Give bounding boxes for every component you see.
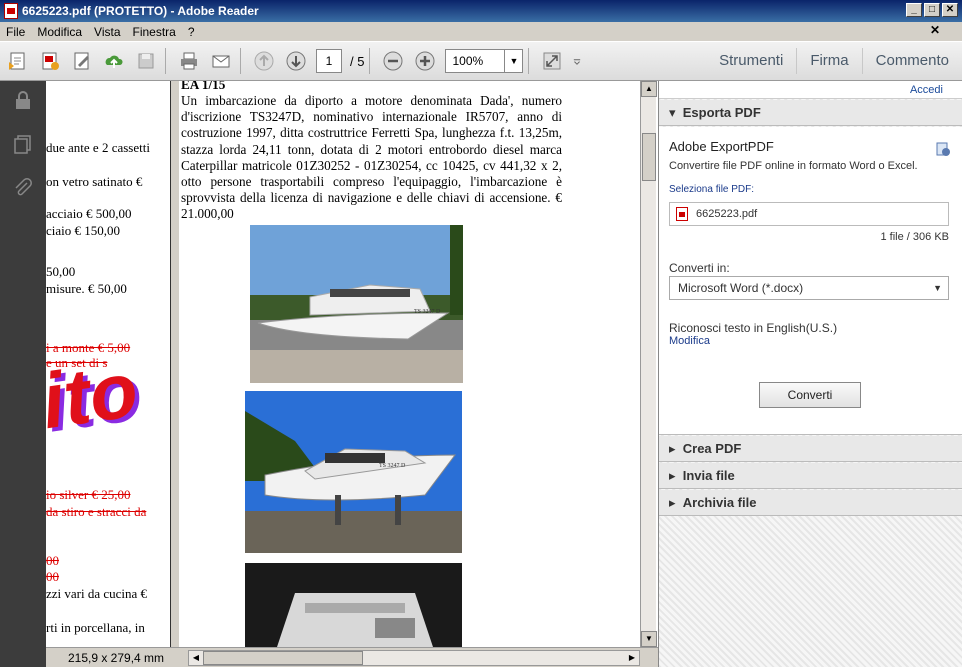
export-pdf-section-header[interactable]: ▾ Esporta PDF <box>659 100 962 126</box>
page-total: / 5 <box>350 53 365 69</box>
format-value: Microsoft Word (*.docx) <box>678 281 804 295</box>
file-info: 1 file / 306 KB <box>880 231 950 243</box>
modify-link[interactable]: Modifica <box>669 335 710 347</box>
archive-file-section-header[interactable]: ▸ Archivia file <box>659 490 962 516</box>
zoom-in-icon[interactable] <box>411 47 439 75</box>
export-info-icon[interactable] <box>935 141 951 157</box>
boat-photo-3 <box>245 563 462 647</box>
next-page-icon[interactable] <box>282 47 310 75</box>
pdf-page-previous: due ante e 2 cassetti on vetro satinato … <box>46 81 171 647</box>
export-description: Convertire file PDF online in formato Wo… <box>669 160 918 172</box>
file-name: 6625223.pdf <box>696 208 758 220</box>
minimize-button[interactable]: _ <box>906 3 922 17</box>
menu-help[interactable]: ? <box>188 25 195 39</box>
zoom-value: 100% <box>452 54 484 68</box>
login-link[interactable]: Accedi <box>659 81 962 99</box>
page1-line: due ante e 2 cassetti <box>46 140 150 155</box>
horizontal-scroll-thumb[interactable] <box>203 651 363 665</box>
status-bar: 215,9 x 279,4 mm ◀ ▶ <box>46 647 658 667</box>
email-icon[interactable] <box>207 47 235 75</box>
document-view[interactable]: due ante e 2 cassetti on vetro satinato … <box>46 81 658 647</box>
page1-line: on vetro satinato € <box>46 174 143 189</box>
left-navigation-pane <box>0 81 46 667</box>
export-title: Adobe ExportPDF <box>669 139 774 154</box>
print-icon[interactable] <box>175 47 203 75</box>
page1-line: zzi vari da cucina € <box>46 586 148 601</box>
selected-file-field[interactable]: 6625223.pdf <box>669 202 949 226</box>
pages-icon[interactable] <box>12 133 34 155</box>
sold-stamp: ito <box>46 344 143 446</box>
tab-strumenti[interactable]: Strumenti <box>706 48 796 74</box>
page1-line-struck: da stiro e stracci da <box>46 504 147 519</box>
window-title: 6625223.pdf (PROTETTO) - Adobe Reader <box>22 4 259 18</box>
close-window-button[interactable]: ✕ <box>942 3 958 17</box>
page1-line: acciaio € 500,00 <box>46 206 132 221</box>
zoom-out-icon[interactable] <box>379 47 407 75</box>
ocr-language-text: Riconosci testo in English(U.S.) <box>669 321 838 335</box>
export-pdf-panel: Adobe ExportPDF Convertire file PDF onli… <box>659 127 962 435</box>
export-icon[interactable] <box>36 47 64 75</box>
vertical-scrollbar[interactable]: ▲ ▼ <box>640 81 657 647</box>
page1-line: rti in porcellana, in <box>46 620 145 635</box>
lot-heading: EA 1/15 <box>181 81 226 92</box>
create-pdf-section-header[interactable]: ▸ Crea PDF <box>659 436 962 462</box>
prev-page-icon[interactable] <box>250 47 278 75</box>
scroll-right-icon[interactable]: ▶ <box>625 651 639 665</box>
page-number-input[interactable]: 1 <box>316 49 342 73</box>
page1-line-struck: 00 <box>46 553 59 568</box>
scroll-up-icon[interactable]: ▲ <box>641 81 657 97</box>
chevron-down-icon[interactable]: ▼ <box>504 50 522 72</box>
boat-photo-2: TS 3247 D <box>245 391 462 553</box>
more-icon[interactable] <box>570 47 584 75</box>
maximize-button[interactable]: □ <box>924 3 940 17</box>
menu-vista[interactable]: Vista <box>94 25 120 39</box>
page1-line: 50,00 <box>46 264 76 279</box>
attachment-icon[interactable] <box>12 177 34 199</box>
toolbar: 1 / 5 100% ▼ Strumenti Firma Commento <box>0 41 962 81</box>
title-bar: 6625223.pdf (PROTETTO) - Adobe Reader _ … <box>0 0 962 22</box>
zoom-select[interactable]: 100% ▼ <box>445 49 524 73</box>
convert-button[interactable]: Converti <box>759 382 861 408</box>
scroll-down-icon[interactable]: ▼ <box>641 631 657 647</box>
upload-icon[interactable] <box>100 47 128 75</box>
lot-description: Un imbarcazione da diporto a motore deno… <box>181 93 562 222</box>
page1-line: misure. € 50,00 <box>46 281 127 296</box>
menu-file[interactable]: File <box>6 25 25 39</box>
format-select[interactable]: Microsoft Word (*.docx) ▼ <box>669 276 949 300</box>
tab-firma[interactable]: Firma <box>796 48 861 74</box>
scroll-left-icon[interactable]: ◀ <box>189 651 203 665</box>
lock-icon[interactable] <box>12 89 34 111</box>
boat-registration: TS 3247 D <box>414 309 441 315</box>
page1-line-struck: io silver € 25,00 <box>46 487 131 502</box>
sign-icon[interactable] <box>68 47 96 75</box>
close-document-icon[interactable]: ✕ <box>930 23 940 37</box>
pdf-app-icon <box>4 3 18 19</box>
send-file-section-header[interactable]: ▸ Invia file <box>659 463 962 489</box>
select-file-label: Seleziona file PDF: <box>669 184 755 195</box>
chevron-down-icon[interactable]: ▼ <box>933 277 942 299</box>
page1-line: ciaio € 150,00 <box>46 223 121 238</box>
menu-modifica[interactable]: Modifica <box>37 25 82 39</box>
tab-commento[interactable]: Commento <box>861 48 962 74</box>
menu-bar: File Modifica Vista Finestra ? ✕ <box>0 22 962 41</box>
page1-line-struck: 00 <box>46 569 59 584</box>
convert-to-label: Converti in: <box>669 261 730 275</box>
page-dimensions: 215,9 x 279,4 mm <box>67 650 165 665</box>
menu-finestra[interactable]: Finestra <box>133 25 176 39</box>
create-pdf-icon[interactable] <box>4 47 32 75</box>
vertical-scroll-thumb[interactable] <box>642 133 656 181</box>
horizontal-scrollbar[interactable]: ◀ ▶ <box>188 650 640 666</box>
save-icon[interactable] <box>132 47 160 75</box>
fullscreen-icon[interactable] <box>538 47 566 75</box>
pdf-page-current: EA 1/15 Un imbarcazione da diporto a mot… <box>179 81 639 647</box>
tools-pane: Accedi ▾ Esporta PDF Adobe ExportPDF Con… <box>658 81 962 667</box>
boat-registration: TS 3247 D <box>379 463 406 469</box>
pdf-file-icon <box>676 207 688 221</box>
boat-photo-1: TS 3247 D <box>250 225 463 383</box>
